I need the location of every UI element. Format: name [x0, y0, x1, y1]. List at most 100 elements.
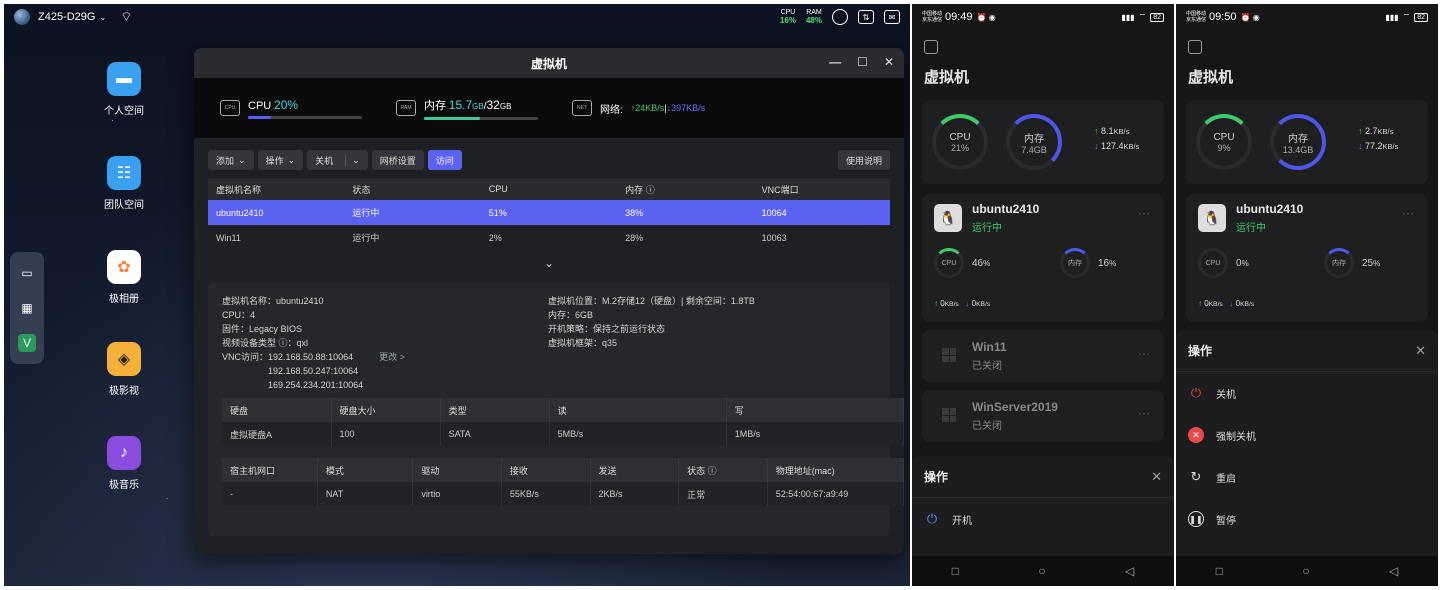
rate-unit: KB/s	[1382, 142, 1399, 151]
help-button[interactable]: 使用说明	[837, 150, 890, 170]
wifi-icon[interactable]: ⌔	[120, 9, 132, 25]
home-icon[interactable]	[1188, 40, 1202, 54]
col-vm-name[interactable]: 虚拟机名称	[208, 178, 345, 200]
force-close-icon: ✕	[1188, 427, 1204, 443]
more-icon[interactable]: ···	[1402, 206, 1414, 220]
col-memory[interactable]: 内存 ⓘ	[617, 178, 754, 200]
info-icon[interactable]: ⓘ	[708, 466, 717, 476]
action-shutdown[interactable]: ⏻ 关机	[1176, 372, 1438, 414]
detail-location: 虚拟机位置：M.2存储12（硬盘）| 剩余空间：1.8TB	[548, 296, 755, 306]
home-circle-icon[interactable]: ○	[1038, 564, 1045, 578]
recents-square-icon[interactable]: □	[952, 564, 959, 578]
window-title-bar[interactable]: 虚拟机 — ☐ ✕	[194, 48, 904, 78]
memory-ring-unit: GB	[1033, 144, 1047, 155]
window-title: 虚拟机	[530, 56, 567, 71]
chevron-down-icon[interactable]: ⌄	[99, 13, 106, 22]
back-triangle-icon[interactable]: ◁	[1125, 564, 1134, 578]
detail-video: 视频设备类型 ⓘ：qxl	[222, 336, 405, 350]
phone-screen-1: 中国移动 京东通信 09:49 ⏰ ◉ ▮▮▮ ⌔ 82 虚拟机 CPU 21% 内…	[912, 4, 1174, 586]
cell-send: 2KB/s	[590, 482, 680, 506]
action-force-shutdown[interactable]: ✕ 强制关机	[1176, 414, 1438, 456]
memory-ring-label: 内存	[1024, 133, 1044, 145]
vm-status: 运行中	[1236, 223, 1266, 234]
vm-card-ubuntu[interactable]: 🐧 ubuntu2410 运行中 ··· CPU 46% 内存 16% ↑ 0K…	[922, 194, 1164, 322]
detail-cpu: CPU：4	[222, 310, 256, 320]
detail-video-value: ：qxl	[287, 338, 309, 348]
action-power-on[interactable]: ⏻ 开机	[912, 498, 1174, 540]
more-icon[interactable]: ···	[1138, 346, 1150, 360]
chevron-down-icon[interactable]: ⌄	[345, 154, 360, 166]
network-rates: ↑ 8.1KB/s ↓ 127.4KB/s	[1094, 124, 1139, 154]
cpu-chip-icon: CPU	[220, 100, 240, 116]
shutdown-button[interactable]: 关机 ⌄	[307, 150, 368, 170]
memory-usage-bar	[424, 116, 480, 120]
info-icon[interactable]: ⓘ	[279, 338, 288, 348]
clock: 09:49	[945, 11, 973, 23]
detail-arch: 虚拟机框架：q35	[548, 338, 618, 348]
globe-icon[interactable]	[14, 9, 30, 25]
cpu-ring-label: CPU	[1213, 131, 1235, 143]
device-name[interactable]: Z425-D29G	[38, 11, 95, 23]
maximize-icon[interactable]: ☐	[857, 55, 868, 69]
rate-unit: KB/s	[976, 301, 991, 308]
vm-card-win11[interactable]: Win11 已关闭 ···	[922, 330, 1164, 382]
operations-button[interactable]: 操作 ⌄	[257, 150, 304, 170]
vm-card-winserver2019[interactable]: WinServer2019 已关闭 ···	[922, 390, 1164, 442]
vm-app-icon[interactable]: V	[18, 333, 36, 352]
home-icon[interactable]	[924, 40, 938, 54]
back-triangle-icon[interactable]: ◁	[1389, 564, 1398, 578]
col-disk: 硬盘	[222, 398, 332, 422]
vnc-address[interactable]: 192.168.50.88:10064	[268, 350, 363, 364]
vnc-change-link[interactable]: 更改 >	[379, 350, 405, 392]
wifi-icon: ⌔	[1402, 12, 1411, 21]
monitor-icon[interactable]: ▭	[18, 264, 36, 282]
table-row[interactable]: Win11 运行中 2% 28% 10063	[208, 225, 890, 250]
rate-unit: KB/s	[944, 301, 959, 308]
close-icon[interactable]: ✕	[884, 55, 894, 69]
vnc-address[interactable]: 169.254.234.201:10064	[268, 378, 363, 392]
collapse-chevron-icon[interactable]: ⌄	[194, 256, 904, 276]
action-restart[interactable]: ↻ 重启	[1176, 456, 1438, 498]
recents-square-icon[interactable]: □	[1216, 564, 1223, 578]
mail-icon[interactable]: ✉	[884, 10, 900, 24]
more-icon[interactable]: ···	[1138, 206, 1150, 220]
close-icon[interactable]: ✕	[1415, 343, 1426, 359]
col-cpu[interactable]: CPU	[480, 178, 618, 200]
table-row[interactable]: ubuntu2410 运行中 51% 38% 10064	[208, 200, 890, 225]
desktop-app-team-space[interactable]: ☷ 团队空间	[92, 156, 156, 211]
col-net-status: 状态 ⓘ	[678, 458, 768, 482]
battery-level: 82	[1414, 12, 1428, 22]
action-pause[interactable]: ❚❚ 暂停	[1176, 498, 1438, 540]
minimize-icon[interactable]: —	[829, 55, 841, 69]
memory-total: 32	[486, 97, 500, 112]
vm-window: 虚拟机 — ☐ ✕ CPU CPU 20% RAM 内存 15.7GB/32GB…	[194, 48, 904, 554]
dashboard-gauge-icon[interactable]	[832, 9, 848, 25]
desktop-app-music[interactable]: ♪ 极音乐	[92, 436, 156, 491]
col-vnc-port[interactable]: VNC端口	[753, 178, 890, 200]
desktop-app-photos[interactable]: ✿ 极相册	[92, 250, 156, 305]
network-up: ↑24KB/s	[630, 103, 665, 113]
resource-stats-bar: CPU CPU 20% RAM 内存 15.7GB/32GB NET 网络: ↑…	[194, 78, 904, 138]
cpu-meter-value: 16%	[779, 16, 796, 25]
info-icon[interactable]: ⓘ	[646, 185, 655, 195]
vm-memory-ring: 内存	[1060, 248, 1090, 278]
detail-vnc: VNC访问： 192.168.50.88:10064 192.168.50.24…	[222, 350, 405, 392]
col-status[interactable]: 状态	[344, 178, 481, 200]
desktop-app-personal-space[interactable]: ▬ 个人空间	[92, 62, 156, 117]
bridge-settings-button[interactable]: 网桥设置	[371, 150, 424, 170]
add-button[interactable]: 添加 ⌄	[208, 150, 254, 170]
visit-button[interactable]: 访问	[427, 150, 462, 170]
vm-card-ubuntu[interactable]: 🐧 ubuntu2410 运行中 ··· CPU 0% 内存 25% ↑ 0KB…	[1186, 194, 1428, 322]
app-label: 个人空间	[104, 106, 144, 117]
vm-status: 已关闭	[972, 361, 1002, 372]
desktop-app-video[interactable]: ◈ 极影视	[92, 342, 156, 397]
app-grid-icon[interactable]: ▦	[18, 299, 36, 317]
down-rate: 77.2	[1365, 141, 1383, 151]
home-circle-icon[interactable]: ○	[1302, 564, 1309, 578]
vnc-address[interactable]: 192.168.50.247:10064	[268, 364, 363, 378]
task-manager-icon[interactable]: ⇅	[858, 10, 874, 24]
close-icon[interactable]: ✕	[1151, 469, 1162, 485]
memory-ring-unit: GB	[1300, 144, 1314, 155]
more-icon[interactable]: ···	[1138, 406, 1150, 420]
rate-unit: KB/s	[1240, 301, 1255, 308]
